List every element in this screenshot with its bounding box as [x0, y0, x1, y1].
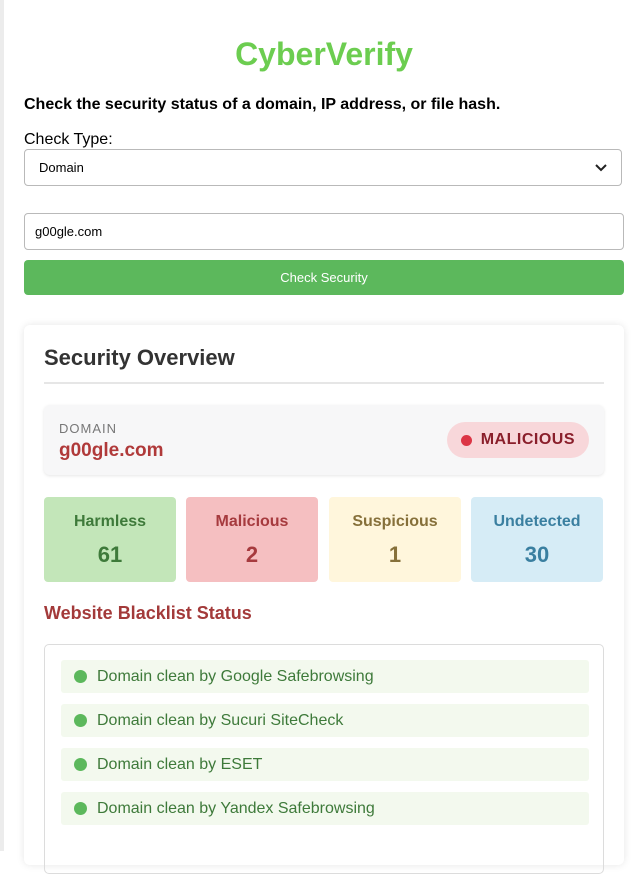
list-item: Domain clean by ESET	[61, 748, 589, 781]
stat-label: Suspicious	[352, 513, 438, 530]
check-type-label: Check Type:	[24, 131, 113, 148]
list-item-text: Domain clean by Google Safebrowsing	[97, 667, 374, 685]
stat-label: Malicious	[215, 513, 289, 530]
overview-title: Security Overview	[44, 345, 235, 370]
verdict-text: MALICIOUS	[480, 431, 575, 448]
check-type-selected-value: Domain	[39, 160, 84, 175]
blacklist-panel: Domain clean by Google Safebrowsing Doma…	[44, 644, 604, 874]
list-item: Domain clean by Yandex Safebrowsing	[61, 792, 589, 825]
stat-label: Harmless	[73, 513, 147, 530]
stat-malicious: Malicious 2	[186, 497, 318, 582]
stat-value: 30	[524, 542, 550, 567]
security-overview-card: Security Overview DOMAIN g00gle.com MALI…	[24, 325, 624, 874]
domain-value: g00gle.com	[59, 440, 164, 461]
status-dot-icon	[460, 434, 472, 446]
list-item-text: Domain clean by ESET	[97, 755, 263, 773]
stat-value: 2	[245, 542, 259, 567]
domain-kicker: DOMAIN	[59, 421, 117, 436]
check-dot-icon	[74, 714, 87, 727]
verdict-badge: MALICIOUS	[446, 422, 589, 458]
chevron-down-icon	[595, 161, 607, 175]
stat-value: 61	[97, 542, 123, 567]
left-edge	[0, 0, 4, 851]
query-input[interactable]	[24, 213, 624, 250]
app-title: CyberVerify	[235, 36, 413, 72]
check-dot-icon	[74, 802, 87, 815]
blacklist-title: Website Blacklist Status	[44, 603, 252, 623]
stat-suspicious: Suspicious 1	[329, 497, 461, 582]
stat-undetected: Undetected 30	[471, 497, 603, 582]
stat-value: 1	[388, 542, 402, 567]
stat-harmless: Harmless 61	[44, 497, 176, 582]
check-dot-icon	[74, 758, 87, 771]
domain-summary: DOMAIN g00gle.com MALICIOUS	[44, 405, 604, 475]
list-item-text: Domain clean by Sucuri SiteCheck	[97, 711, 344, 729]
overview-divider	[44, 382, 604, 384]
list-item: Domain clean by Google Safebrowsing	[61, 660, 589, 693]
subtitle: Check the security status of a domain, I…	[24, 96, 501, 113]
list-item: Domain clean by Sucuri SiteCheck	[61, 704, 589, 737]
check-dot-icon	[74, 670, 87, 683]
list-item-text: Domain clean by Yandex Safebrowsing	[97, 799, 375, 817]
check-security-button[interactable]: Check Security	[24, 260, 624, 295]
stat-label: Undetected	[493, 513, 581, 530]
check-type-select[interactable]: Domain	[24, 149, 622, 186]
